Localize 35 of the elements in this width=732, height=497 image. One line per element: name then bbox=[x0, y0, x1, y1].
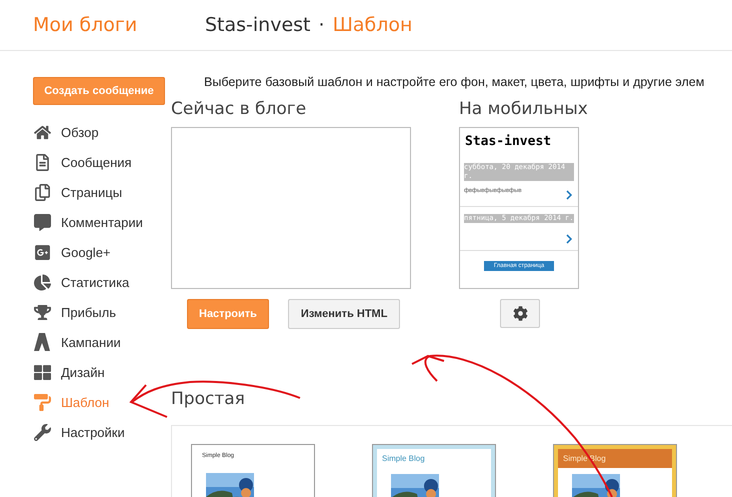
settings-button[interactable] bbox=[500, 299, 540, 328]
nav-icon bbox=[34, 274, 50, 290]
nav-icon bbox=[34, 214, 50, 230]
chevron-icon[interactable] bbox=[566, 234, 572, 244]
nav-icon bbox=[34, 124, 50, 140]
separator: · bbox=[318, 14, 325, 36]
gear-icon bbox=[512, 306, 528, 321]
mobile-blog-title: Stas-invest bbox=[464, 134, 552, 149]
mobile-title: На мобильных bbox=[459, 99, 588, 121]
sidebar-item[interactable]: Кампании bbox=[33, 327, 171, 357]
nav-icon bbox=[34, 394, 50, 410]
nav-icon bbox=[34, 364, 50, 380]
sidebar-item[interactable]: Обзор bbox=[33, 117, 171, 147]
nav-icon bbox=[34, 424, 50, 440]
road-icon bbox=[34, 333, 50, 351]
sidebar-item[interactable]: Сообщения bbox=[33, 147, 171, 177]
edit-html-button[interactable]: Изменить HTML bbox=[288, 299, 400, 329]
simple-title: Простая bbox=[171, 389, 245, 411]
sidebar-item[interactable]: Страницы bbox=[33, 177, 171, 207]
current-title: Сейчас в блоге bbox=[171, 99, 306, 121]
section-title: Шаблон bbox=[332, 14, 412, 36]
nav-icon bbox=[34, 244, 50, 260]
sidebar-item[interactable]: Настройки bbox=[33, 417, 171, 447]
sidebar-item[interactable]: Google+ bbox=[33, 237, 171, 267]
nav-icon bbox=[34, 154, 50, 170]
thumbnail-title: Simple Blog bbox=[382, 454, 425, 463]
sidebar-item[interactable]: Прибыль bbox=[33, 297, 171, 327]
sidebar-item[interactable]: Комментарии bbox=[33, 207, 171, 237]
nav-icon bbox=[34, 184, 50, 200]
nav-icon bbox=[34, 304, 50, 320]
chevron-icon[interactable] bbox=[566, 190, 572, 200]
description: Выберите базовый шаблон и настройте его фон, макет, цвета, шрифты и другие элем bbox=[204, 75, 706, 89]
blog-name: Stas-invest bbox=[205, 14, 311, 36]
sidebar-item[interactable]: Статистика bbox=[33, 267, 171, 297]
sidebar-item[interactable]: Дизайн bbox=[33, 357, 171, 387]
